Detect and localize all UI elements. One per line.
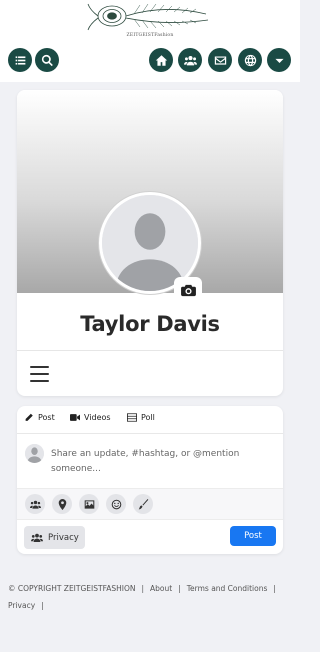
account-dropdown-button[interactable] bbox=[267, 48, 291, 72]
tab-videos-label: Videos bbox=[84, 413, 111, 422]
location-button[interactable] bbox=[52, 494, 72, 514]
profile-card: Taylor Davis bbox=[17, 90, 283, 396]
smile-icon bbox=[111, 499, 121, 509]
composer-input[interactable]: Share an update, #hashtag, or @mention s… bbox=[51, 447, 271, 477]
composer-tabs: Post Videos Poll bbox=[17, 406, 283, 433]
envelope-icon bbox=[214, 55, 226, 65]
search-icon bbox=[41, 54, 53, 66]
globe-icon bbox=[244, 54, 256, 66]
composer-toolbar bbox=[17, 488, 283, 520]
brush-icon bbox=[138, 498, 148, 509]
feeling-button[interactable] bbox=[106, 494, 126, 514]
list-icon bbox=[15, 55, 25, 65]
chevron-down-icon bbox=[274, 58, 284, 63]
profile-name: Taylor Davis bbox=[80, 312, 220, 336]
tab-post-label: Post bbox=[38, 413, 55, 422]
tab-poll[interactable]: Poll bbox=[127, 413, 155, 422]
home-icon bbox=[155, 54, 167, 66]
poll-icon bbox=[127, 413, 137, 422]
hamburger-icon bbox=[30, 366, 49, 368]
menu-button[interactable] bbox=[8, 48, 32, 72]
profile-menu-button[interactable] bbox=[30, 366, 49, 382]
users-icon bbox=[31, 533, 43, 542]
privacy-label: Privacy bbox=[48, 532, 79, 543]
users-icon bbox=[29, 500, 41, 509]
tab-videos[interactable]: Videos bbox=[70, 413, 111, 422]
footer: © COPYRIGHT ZEITGEISTFASHION | About | Terms… bbox=[8, 584, 276, 610]
composer-area[interactable]: Share an update, #hashtag, or @mention s… bbox=[17, 434, 283, 488]
draw-button[interactable] bbox=[133, 494, 153, 514]
tag-people-button[interactable] bbox=[25, 494, 45, 514]
messages-button[interactable] bbox=[208, 48, 232, 72]
search-button[interactable] bbox=[35, 48, 59, 72]
change-photo-button[interactable] bbox=[174, 277, 202, 303]
privacy-button[interactable]: Privacy bbox=[24, 526, 85, 549]
photo-button[interactable] bbox=[79, 494, 99, 514]
friends-button[interactable] bbox=[178, 48, 202, 72]
top-bar: ZEITGEISTFashion bbox=[0, 0, 300, 82]
image-icon bbox=[84, 499, 94, 509]
default-avatar-icon bbox=[25, 444, 44, 463]
footer-link-privacy[interactable]: Privacy bbox=[8, 601, 35, 610]
explore-button[interactable] bbox=[238, 48, 262, 72]
footer-link-terms[interactable]: Terms and Conditions bbox=[187, 584, 268, 593]
logo-text: ZEITGEISTFashion bbox=[126, 33, 174, 38]
post-composer-card: Post Videos Poll Share an update, #hasht… bbox=[17, 406, 283, 554]
users-icon bbox=[183, 55, 197, 65]
peacock-feather-logo-icon bbox=[87, 3, 209, 31]
copyright-text: © COPYRIGHT ZEITGEISTFASHION bbox=[8, 584, 136, 593]
footer-link-about[interactable]: About bbox=[150, 584, 172, 593]
map-pin-icon bbox=[58, 498, 66, 510]
home-button[interactable] bbox=[149, 48, 173, 72]
video-icon bbox=[70, 414, 80, 421]
pencil-icon bbox=[25, 413, 33, 421]
composer-avatar bbox=[25, 444, 44, 463]
post-button[interactable]: Post bbox=[230, 526, 276, 546]
tab-post[interactable]: Post bbox=[24, 413, 55, 422]
divider bbox=[17, 350, 283, 351]
tab-poll-label: Poll bbox=[141, 413, 155, 422]
site-logo[interactable]: ZEITGEISTFashion bbox=[84, 0, 216, 42]
camera-icon bbox=[180, 284, 196, 296]
